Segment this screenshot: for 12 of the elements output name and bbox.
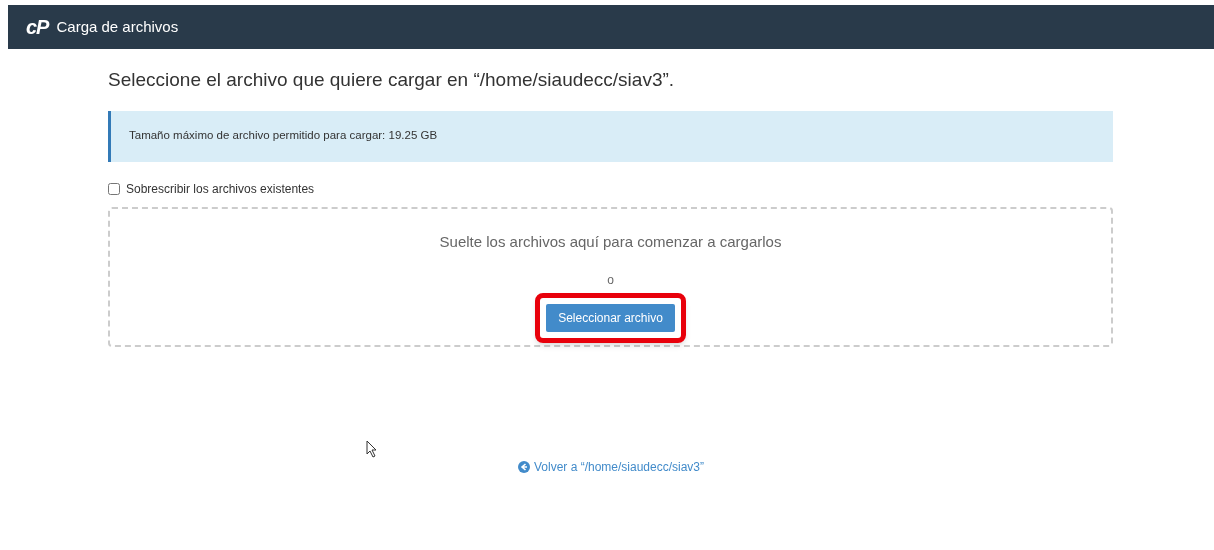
back-arrow-icon bbox=[517, 461, 530, 473]
mouse-pointer-icon bbox=[366, 440, 378, 458]
checkbox-label: Sobrescribir los archivos existentes bbox=[126, 180, 315, 198]
select-file-button[interactable]: Seleccionar archivo bbox=[546, 304, 675, 332]
drop-prompt: Suelte los archivos aquí para comenzar a cargarlos bbox=[439, 231, 782, 252]
back-link[interactable]: Volver a “/home/siaudecc/siav3” bbox=[517, 458, 705, 476]
window-title: Carga de archivos bbox=[56, 16, 179, 37]
overwrite-checkbox[interactable] bbox=[108, 182, 120, 195]
separator-text: o bbox=[607, 272, 614, 289]
logo: cP bbox=[26, 15, 49, 40]
page-heading: Seleccione el archivo que quiere cargar en “/home/siaudecc/siav3”. bbox=[108, 68, 676, 92]
info-alert: Tamaño máximo de archivo permitido para cargar: 19.25 GB bbox=[108, 110, 1113, 162]
